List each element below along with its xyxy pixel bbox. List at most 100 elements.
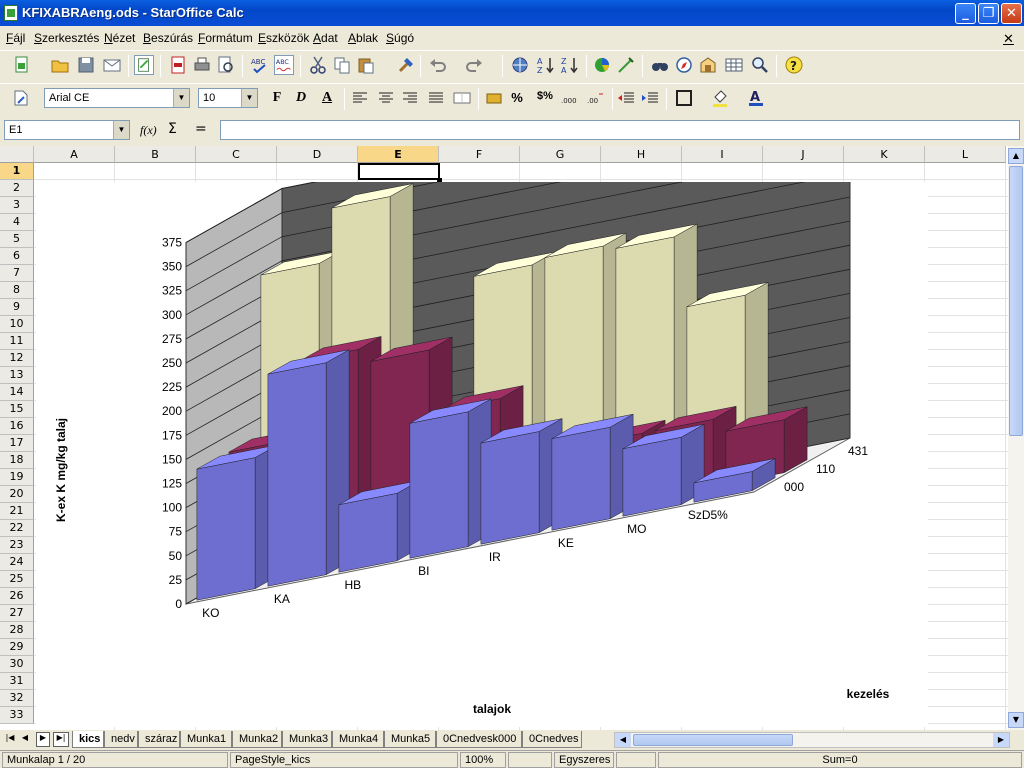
open-folder-icon[interactable] [50,55,70,75]
column-header-i[interactable]: I [682,146,763,163]
row-header-17[interactable]: 17 [0,435,34,452]
document-close-icon[interactable]: ✕ [1003,31,1014,47]
status-pagestyle[interactable]: PageStyle_kics [230,752,458,768]
hyperlink-icon[interactable] [510,55,530,75]
sheet-tab-8[interactable]: 0Cnedvesk000 [436,731,522,748]
zoom-icon[interactable] [750,55,770,75]
row-header-26[interactable]: 26 [0,588,34,605]
align-center-icon[interactable] [376,88,396,108]
menu-tools[interactable]: Eszközök [258,31,309,45]
row-header-24[interactable]: 24 [0,554,34,571]
decrease-indent-icon[interactable] [616,88,636,108]
sheet-tab-0[interactable]: kics [72,731,104,748]
insert-chart-icon[interactable] [592,55,612,75]
sheet-tab-9[interactable]: 0Cnedves [522,731,582,748]
row-header-1[interactable]: 1 [0,163,34,180]
column-header-g[interactable]: G [520,146,601,163]
chart-object[interactable]: 0 25 50 75 100 125 150 175 200 225 250 275 300 325 350… [36,75,928,727]
merge-cells-icon[interactable] [452,88,472,108]
column-header-h[interactable]: H [601,146,682,163]
row-header-23[interactable]: 23 [0,537,34,554]
row-header-5[interactable]: 5 [0,231,34,248]
next-sheet-icon[interactable]: ▶ [36,732,50,747]
menu-insert[interactable]: Beszúrás [143,31,193,45]
undo-icon[interactable] [428,55,448,75]
align-left-icon[interactable] [350,88,370,108]
vertical-scrollbar[interactable]: ▲ ▼ [1008,146,1024,730]
increase-indent-icon[interactable] [640,88,660,108]
sheet-tab-3[interactable]: Munka1 [180,731,232,748]
spellcheck-icon[interactable]: ABC [250,55,270,75]
number-format-button[interactable]: $% [534,90,556,102]
menu-window[interactable]: Ablak [348,31,378,45]
underline-button[interactable]: A [318,90,336,106]
selected-cell-e1[interactable] [358,163,440,180]
menu-view[interactable]: Nézet [104,31,135,45]
sheet-tab-6[interactable]: Munka4 [332,731,384,748]
borders-icon[interactable] [674,88,694,108]
column-header-k[interactable]: K [844,146,925,163]
cut-icon[interactable] [308,55,328,75]
row-header-20[interactable]: 20 [0,486,34,503]
add-decimal-icon[interactable]: .000 [560,88,580,108]
function-button[interactable]: = [195,121,207,137]
row-header-7[interactable]: 7 [0,265,34,282]
paste-icon[interactable] [356,55,376,75]
clone-format-icon[interactable] [396,55,416,75]
delete-decimal-icon[interactable]: .00 [586,88,606,108]
horizontal-scrollbar[interactable]: ◀ ▶ [614,732,1010,748]
sheet-tab-7[interactable]: Munka5 [384,731,436,748]
column-header-j[interactable]: J [763,146,844,163]
column-header-c[interactable]: C [196,146,277,163]
datasources-icon[interactable] [724,55,744,75]
percent-button[interactable]: % [508,90,526,105]
menu-file[interactable]: Fájl [6,31,25,45]
row-header-2[interactable]: 2 [0,180,34,197]
column-header-l[interactable]: L [925,146,1006,163]
row-header-31[interactable]: 31 [0,673,34,690]
scroll-down-icon[interactable]: ▼ [1008,712,1024,728]
email-icon[interactable] [102,55,122,75]
edit-file-icon[interactable] [134,55,154,75]
sort-descending-icon[interactable]: ZA [560,55,580,75]
print-icon[interactable] [192,55,212,75]
font-size-combobox[interactable]: 10 ▼ [198,88,258,108]
copy-icon[interactable] [332,55,352,75]
prev-sheet-icon[interactable]: ◀ [19,733,31,746]
navigator-icon[interactable] [674,55,694,75]
redo-icon[interactable] [464,55,484,75]
row-header-32[interactable]: 32 [0,690,34,707]
row-header-4[interactable]: 4 [0,214,34,231]
row-header-21[interactable]: 21 [0,503,34,520]
function-wizard-button[interactable]: f(x) [140,123,157,138]
sheet-tab-5[interactable]: Munka3 [282,731,332,748]
row-header-22[interactable]: 22 [0,520,34,537]
font-size-dropdown-icon[interactable]: ▼ [241,89,257,107]
scroll-up-icon[interactable]: ▲ [1008,148,1024,164]
row-header-27[interactable]: 27 [0,605,34,622]
font-color-icon[interactable]: A [746,88,766,108]
draw-functions-icon[interactable] [616,55,636,75]
row-header-19[interactable]: 19 [0,469,34,486]
row-header-14[interactable]: 14 [0,384,34,401]
close-button[interactable]: ✕ [1001,3,1022,24]
bold-button[interactable]: F [268,90,286,106]
sum-button[interactable]: Σ [168,121,177,137]
print-preview-icon[interactable] [216,55,236,75]
help-icon[interactable]: ? [784,55,804,75]
row-header-25[interactable]: 25 [0,571,34,588]
maximize-button[interactable]: ❐ [978,3,999,24]
first-sheet-icon[interactable]: |◀ [4,733,16,746]
row-header-16[interactable]: 16 [0,418,34,435]
row-header-33[interactable]: 33 [0,707,34,724]
find-icon[interactable] [650,55,670,75]
row-header-28[interactable]: 28 [0,622,34,639]
row-header-8[interactable]: 8 [0,282,34,299]
sort-ascending-icon[interactable]: AZ [536,55,556,75]
row-header-15[interactable]: 15 [0,401,34,418]
formula-input[interactable] [220,120,1020,140]
sheet-tab-4[interactable]: Munka2 [232,731,282,748]
column-header-e[interactable]: E [358,146,439,163]
calc-app-icon[interactable] [4,5,18,21]
name-box-dropdown-icon[interactable]: ▼ [113,121,129,139]
